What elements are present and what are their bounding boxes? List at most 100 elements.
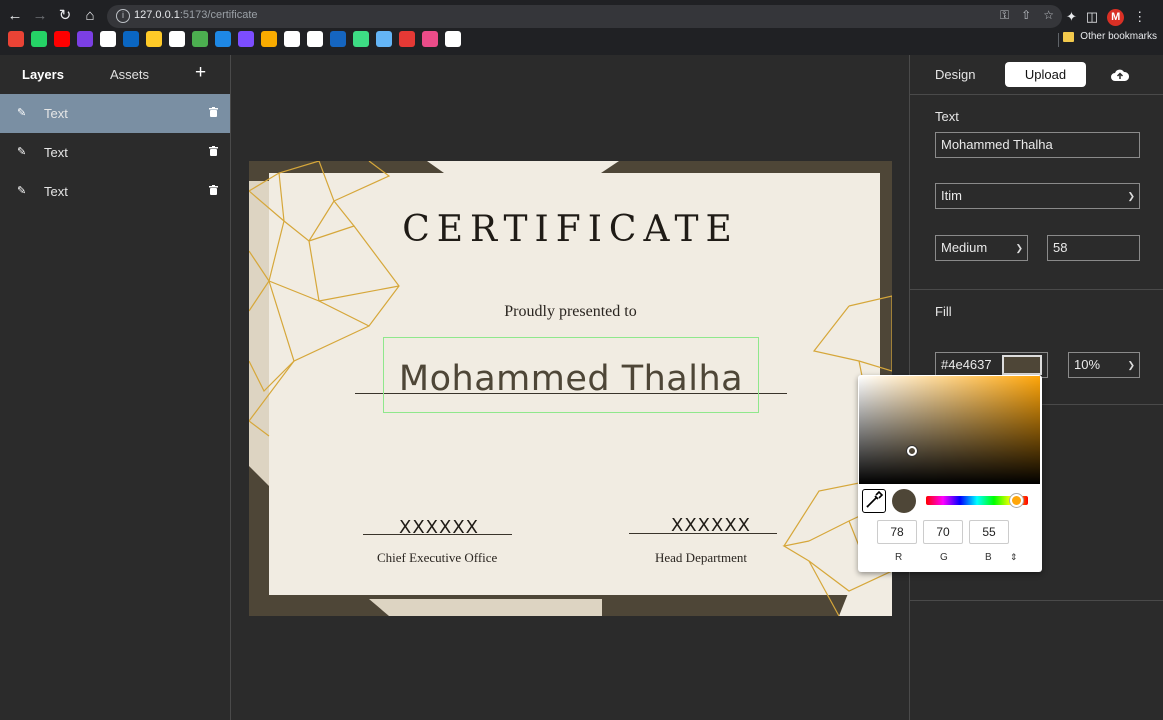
chevron-down-icon: ❯ xyxy=(1127,191,1135,201)
font-size-input[interactable]: 58 xyxy=(1047,235,1140,261)
cloud-upload-icon[interactable] xyxy=(1111,68,1129,81)
font-weight-value: Medium xyxy=(941,240,988,255)
certificate-title[interactable]: CERTIFICATE xyxy=(249,209,892,250)
section-divider xyxy=(910,600,1163,601)
address-bar[interactable]: i 127.0.0.1:5173/certificate ⚿ ⇧ ☆ xyxy=(107,5,1062,28)
bookmark-favicon-icon[interactable] xyxy=(307,31,323,47)
red-label: R xyxy=(895,552,903,563)
layer-item[interactable]: ✎ Text xyxy=(0,172,230,211)
url-text: 127.0.0.1:5173/certificate xyxy=(134,9,258,21)
chevron-down-icon: ❯ xyxy=(1015,243,1023,253)
add-layer-button[interactable]: + xyxy=(195,62,206,84)
current-color-preview xyxy=(892,489,916,513)
red-input[interactable]: 78 xyxy=(877,520,917,544)
bookmark-favicon-icon[interactable] xyxy=(353,31,369,47)
bookmark-favicon-icon[interactable] xyxy=(192,31,208,47)
tab-layers[interactable]: Layers xyxy=(22,67,64,82)
signature-right-line xyxy=(629,533,777,534)
design-canvas[interactable]: CERTIFICATE Proudly presented to Mohamme… xyxy=(232,55,909,720)
saturation-area[interactable] xyxy=(859,376,1040,484)
eyedropper-icon xyxy=(866,490,884,508)
font-family-select[interactable]: Itim ❯ xyxy=(935,183,1140,209)
eyedropper-button[interactable] xyxy=(862,489,886,513)
profile-avatar[interactable]: M xyxy=(1107,9,1125,26)
tab-design[interactable]: Design xyxy=(935,67,975,82)
bookmark-favicon-icon[interactable] xyxy=(261,31,277,47)
text-section-label: Text xyxy=(935,109,959,124)
section-divider xyxy=(910,289,1163,290)
layer-label: Text xyxy=(44,184,68,199)
text-content-input[interactable]: Mohammed Thalha xyxy=(935,132,1140,158)
selection-box[interactable] xyxy=(383,337,759,413)
blue-label: B xyxy=(985,552,992,563)
url-host: 127.0.0.1 xyxy=(134,9,180,21)
back-icon[interactable]: ← xyxy=(5,6,25,26)
bookmarks-bar xyxy=(8,31,461,49)
browser-chrome: ← → ↻ ⌂ i 127.0.0.1:5173/certificate ⚿ ⇧… xyxy=(0,0,1163,55)
folder-icon xyxy=(1063,31,1075,42)
bookmark-favicon-icon[interactable] xyxy=(77,31,93,47)
trash-icon[interactable] xyxy=(209,185,218,195)
bookmark-favicon-icon[interactable] xyxy=(238,31,254,47)
layer-label: Text xyxy=(44,145,68,160)
signature-left-line xyxy=(363,534,512,535)
bookmark-favicon-icon[interactable] xyxy=(376,31,392,47)
bookmark-favicon-icon[interactable] xyxy=(330,31,346,47)
bookmark-favicon-icon[interactable] xyxy=(284,31,300,47)
trash-icon[interactable] xyxy=(209,146,218,156)
fill-hex-value: #4e4637 xyxy=(941,357,992,372)
bookmarks-divider xyxy=(1058,33,1059,47)
bookmark-favicon-icon[interactable] xyxy=(399,31,415,47)
green-input[interactable]: 70 xyxy=(923,520,963,544)
green-label: G xyxy=(940,552,948,563)
signature-right-role[interactable]: Head Department xyxy=(655,550,747,566)
layer-item[interactable]: ✎ Text xyxy=(0,94,230,133)
font-weight-select[interactable]: Medium ❯ xyxy=(935,235,1028,261)
bookmark-favicon-icon[interactable] xyxy=(215,31,231,47)
layer-item[interactable]: ✎ Text xyxy=(0,133,230,172)
tab-assets[interactable]: Assets xyxy=(110,67,149,82)
fill-color-swatch[interactable] xyxy=(1002,355,1042,375)
bookmark-favicon-icon[interactable] xyxy=(123,31,139,47)
blue-input[interactable]: 55 xyxy=(969,520,1009,544)
bookmark-favicon-icon[interactable] xyxy=(422,31,438,47)
key-icon[interactable]: ⚿ xyxy=(1000,8,1009,26)
site-info-icon[interactable]: i xyxy=(116,9,130,23)
left-panel: Layers Assets + ✎ Text ✎ Text ✎ Text xyxy=(0,55,231,720)
forward-icon[interactable]: → xyxy=(30,6,50,26)
pencil-icon: ✎ xyxy=(17,185,27,197)
certificate-subtitle[interactable]: Proudly presented to xyxy=(249,303,892,321)
pencil-icon: ✎ xyxy=(17,146,27,158)
hue-thumb[interactable] xyxy=(1010,494,1023,507)
bookmark-favicon-icon[interactable] xyxy=(100,31,116,47)
home-icon[interactable]: ⌂ xyxy=(80,6,100,26)
bookmark-favicon-icon[interactable] xyxy=(54,31,70,47)
tab-upload[interactable]: Upload xyxy=(1005,62,1086,87)
extensions-icon[interactable]: ✦ xyxy=(1066,9,1077,26)
share-icon[interactable]: ⇧ xyxy=(1021,8,1031,26)
fill-section-label: Fill xyxy=(935,304,952,319)
bookmark-favicon-icon[interactable] xyxy=(445,31,461,47)
certificate-canvas[interactable]: CERTIFICATE Proudly presented to Mohamme… xyxy=(249,161,892,616)
sidepanel-icon[interactable]: ◫ xyxy=(1086,9,1098,26)
font-family-value: Itim xyxy=(941,188,962,203)
chevron-down-icon: ❯ xyxy=(1127,360,1135,370)
reload-icon[interactable]: ↻ xyxy=(55,6,75,26)
bookmark-favicon-icon[interactable] xyxy=(31,31,47,47)
other-bookmarks[interactable]: Other bookmarks xyxy=(1063,31,1157,42)
layer-label: Text xyxy=(44,106,68,121)
other-bookmarks-label: Other bookmarks xyxy=(1080,31,1157,42)
menu-icon[interactable]: ⋮ xyxy=(1133,9,1146,26)
bookmark-favicon-icon[interactable] xyxy=(169,31,185,47)
bookmark-favicon-icon[interactable] xyxy=(146,31,162,47)
saturation-thumb[interactable] xyxy=(907,446,917,456)
bookmark-favicon-icon[interactable] xyxy=(8,31,24,47)
trash-icon[interactable] xyxy=(209,107,218,117)
color-picker[interactable]: 78 70 55 R G B ⇕ xyxy=(858,375,1042,572)
fill-opacity-select[interactable]: 10% ❯ xyxy=(1068,352,1140,378)
star-icon[interactable]: ☆ xyxy=(1043,8,1054,26)
signature-left-role[interactable]: Chief Executive Office xyxy=(377,550,497,566)
url-path: :5173/certificate xyxy=(179,9,258,21)
mode-toggle-icon[interactable]: ⇕ xyxy=(1010,552,1018,563)
fill-opacity-value: 10% xyxy=(1074,357,1101,372)
